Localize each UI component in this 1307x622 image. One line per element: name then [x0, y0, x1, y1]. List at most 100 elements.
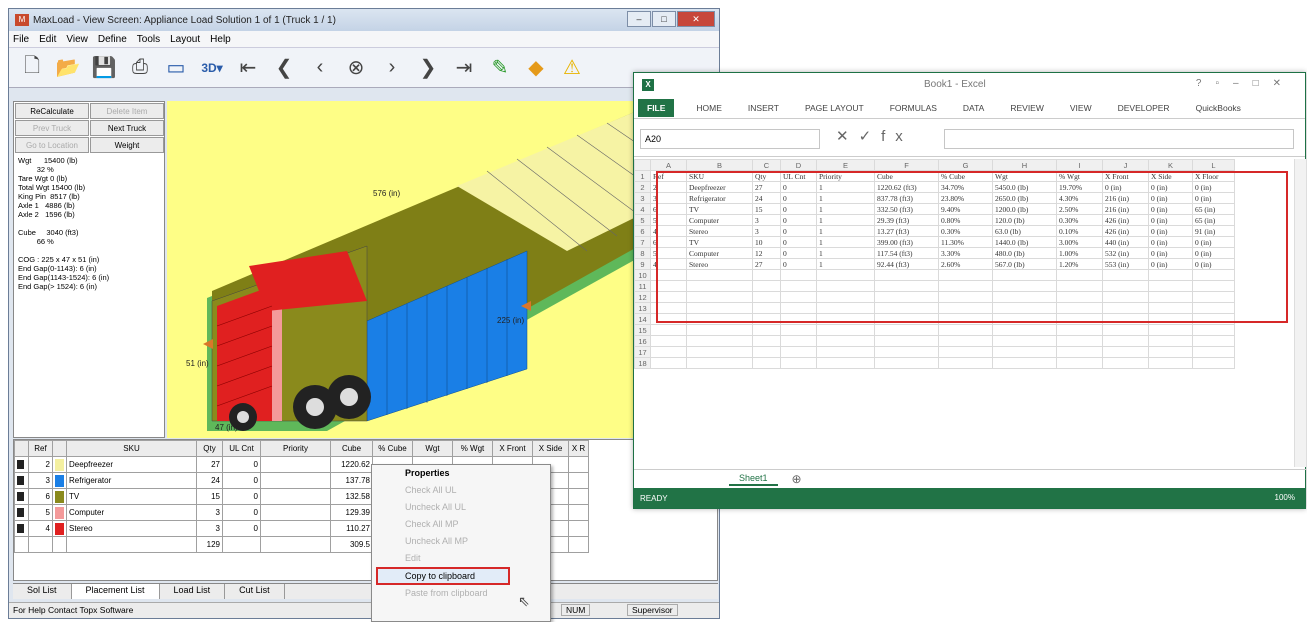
row-header[interactable]: 3	[634, 192, 651, 204]
formula-input[interactable]	[944, 129, 1294, 149]
sheet-cell[interactable]	[1148, 346, 1193, 358]
column-header[interactable]	[634, 159, 651, 171]
next-fast-icon[interactable]: ❯	[413, 54, 443, 82]
sheet-cell[interactable]	[1056, 324, 1103, 336]
sheet-cell[interactable]	[650, 346, 687, 358]
menu-help[interactable]: Help	[210, 34, 231, 45]
sheet-cell[interactable]	[752, 346, 781, 358]
sheet-cell[interactable]	[1192, 346, 1235, 358]
save-icon[interactable]: 💾	[89, 54, 119, 82]
column-header[interactable]: I	[1056, 159, 1103, 171]
sheet-cell[interactable]	[938, 324, 993, 336]
column-header[interactable]: A	[650, 159, 687, 171]
menu-define[interactable]: Define	[98, 34, 127, 45]
row-header[interactable]: 16	[634, 335, 651, 347]
sheet-cell[interactable]	[816, 324, 875, 336]
menu-tools[interactable]: Tools	[137, 34, 160, 45]
sheet-cell[interactable]	[992, 335, 1057, 347]
sheet-cell[interactable]	[1192, 335, 1235, 347]
column-header[interactable]: B	[686, 159, 753, 171]
sheet-cell[interactable]	[780, 324, 817, 336]
menu-view[interactable]: View	[66, 34, 88, 45]
menu-item-copy-to-clipboard[interactable]: Copy to clipboard	[376, 567, 510, 585]
sheet-cell[interactable]	[650, 357, 687, 369]
tab-page-layout[interactable]: PAGE LAYOUT	[805, 103, 864, 113]
column-header[interactable]: L	[1192, 159, 1235, 171]
view-3d-icon[interactable]: 3D▾	[197, 54, 227, 82]
grid-header[interactable]: SKU	[66, 440, 197, 457]
sheet-cell[interactable]	[686, 346, 753, 358]
weight-button[interactable]: Weight	[90, 137, 164, 153]
formula-icons[interactable]: ✕✓fx	[836, 127, 913, 145]
sheet-cell[interactable]	[1056, 357, 1103, 369]
row-select-cell[interactable]	[14, 456, 29, 473]
menu-item-properties[interactable]: Properties	[372, 465, 550, 482]
sheet-cell[interactable]	[650, 324, 687, 336]
worksheet-grid[interactable]: A B C D E F G H I J K L 1 Ref SKU Qty UL Cnt Priority Cube…	[634, 159, 1294, 467]
next-truck-button[interactable]: Next Truck	[90, 120, 164, 136]
pencil-icon[interactable]: ✎	[485, 54, 515, 82]
tab-insert[interactable]: INSERT	[748, 103, 779, 113]
column-header[interactable]: J	[1102, 159, 1149, 171]
grid-header[interactable]: X Front	[492, 440, 533, 457]
row-header[interactable]: 18	[634, 357, 651, 369]
sheet-cell[interactable]	[686, 335, 753, 347]
recalculate-button[interactable]: ReCalculate	[15, 103, 89, 119]
close-button[interactable]: ✕	[677, 11, 715, 27]
sheet-cell[interactable]	[780, 357, 817, 369]
sheet-cell[interactable]	[1056, 346, 1103, 358]
prev-fast-icon[interactable]: ❮	[269, 54, 299, 82]
row-header[interactable]: 14	[634, 313, 651, 325]
menu-item-check-all-ul[interactable]: Check All UL	[372, 482, 550, 499]
view-2d-icon[interactable]: ▭	[161, 54, 191, 82]
sheet-cell[interactable]	[780, 346, 817, 358]
sheet-cell[interactable]	[1192, 324, 1235, 336]
row-header[interactable]: 10	[634, 269, 651, 281]
grid-header[interactable]: % Wgt	[452, 440, 493, 457]
open-folder-icon[interactable]: 📂	[53, 54, 83, 82]
row-header[interactable]: 12	[634, 291, 651, 303]
row-header[interactable]: 1	[634, 170, 651, 182]
add-sheet-icon[interactable]: ⊕	[792, 472, 802, 486]
prev-truck-button[interactable]: Prev Truck	[15, 120, 89, 136]
warning-icon[interactable]: ⚠	[557, 54, 587, 82]
sheet-tab-sheet1[interactable]: Sheet1	[729, 472, 778, 486]
last-icon[interactable]: ⇥	[449, 54, 479, 82]
sheet-cell[interactable]	[752, 335, 781, 347]
sheet-cell[interactable]	[1148, 324, 1193, 336]
row-select-cell[interactable]	[14, 520, 29, 537]
row-select-cell[interactable]	[14, 472, 29, 489]
sheet-cell[interactable]	[752, 324, 781, 336]
sheet-cell[interactable]	[1102, 324, 1149, 336]
row-header[interactable]: 13	[634, 302, 651, 314]
sheet-cell[interactable]	[1056, 335, 1103, 347]
tab-review[interactable]: REVIEW	[1010, 103, 1044, 113]
row-header[interactable]: 8	[634, 247, 651, 259]
tab-data[interactable]: DATA	[963, 103, 984, 113]
grid-header[interactable]: UL Cnt	[222, 440, 261, 457]
prev-icon[interactable]: ‹	[305, 54, 335, 82]
row-header[interactable]: 5	[634, 214, 651, 226]
sheet-cell[interactable]	[874, 346, 939, 358]
name-box[interactable]: A20	[640, 129, 820, 149]
delete-item-button[interactable]: Delete Item	[90, 103, 164, 119]
grid-header[interactable]: X Side	[532, 440, 569, 457]
sheet-cell[interactable]	[992, 346, 1057, 358]
grid-header[interactable]	[14, 440, 29, 457]
go-to-location-button[interactable]: Go to Location	[15, 137, 89, 153]
sheet-cell[interactable]	[686, 324, 753, 336]
maximize-button[interactable]: □	[652, 11, 676, 27]
sheet-cell[interactable]	[816, 346, 875, 358]
column-header[interactable]: G	[938, 159, 993, 171]
grid-header[interactable]: Priority	[260, 440, 331, 457]
column-header[interactable]: C	[752, 159, 781, 171]
grid-header[interactable]: Cube	[330, 440, 373, 457]
column-header[interactable]: K	[1148, 159, 1193, 171]
menu-item-uncheck-all-ul[interactable]: Uncheck All UL	[372, 499, 550, 516]
tab-quickbooks[interactable]: QuickBooks	[1196, 103, 1241, 113]
tab-cut-list[interactable]: Cut List	[225, 584, 285, 599]
sheet-cell[interactable]	[686, 357, 753, 369]
column-header[interactable]: F	[874, 159, 939, 171]
sheet-cell[interactable]	[874, 324, 939, 336]
vertical-scrollbar[interactable]	[1294, 159, 1306, 467]
